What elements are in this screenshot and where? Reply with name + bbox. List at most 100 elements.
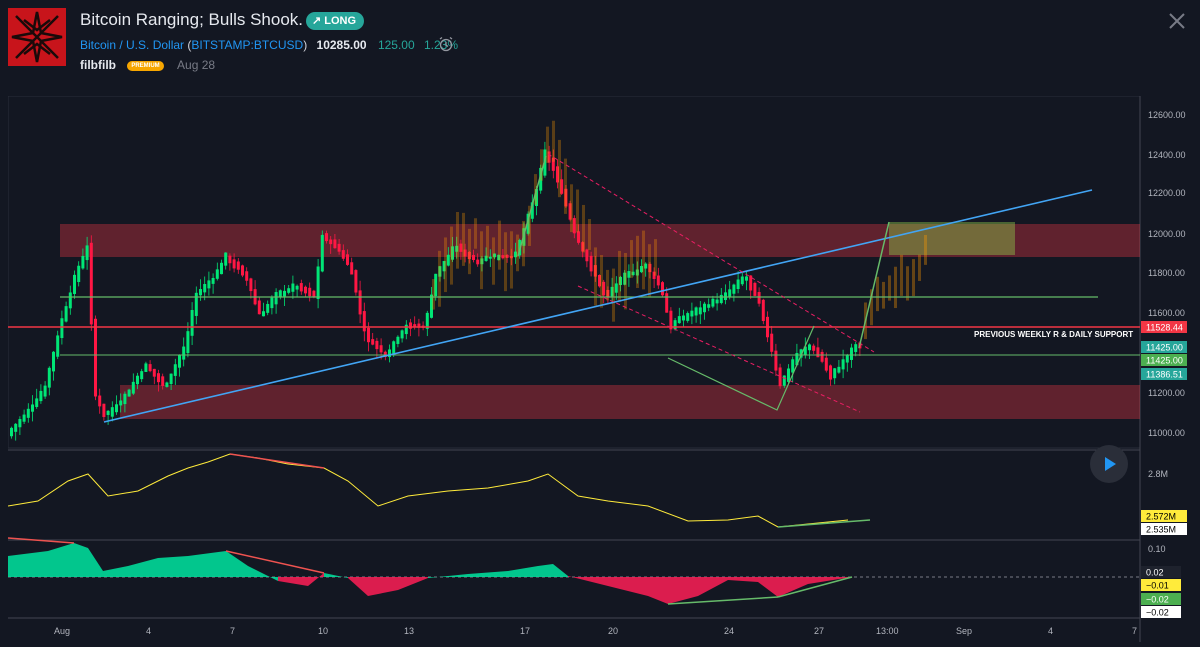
candle-body [18, 419, 22, 428]
time-tick-label: 13 [404, 626, 414, 636]
candle-body [215, 269, 219, 279]
osc-label: −0.02 [1146, 608, 1169, 618]
candle-body [845, 354, 849, 363]
close-icon[interactable] [1166, 10, 1188, 32]
candle-body [295, 285, 299, 290]
ghost-candle [444, 237, 447, 293]
candle-body [711, 298, 715, 307]
candle-body [52, 351, 55, 372]
ghost-candle [438, 250, 441, 307]
time-tick-label: 10 [318, 626, 328, 636]
candle-body [329, 239, 333, 245]
ghost-candle [462, 212, 465, 266]
volume-label: 2.535M [1146, 525, 1176, 535]
osc-segment [158, 556, 188, 577]
candle-body [782, 375, 786, 386]
play-icon [1105, 457, 1116, 471]
ghost-candle [912, 259, 915, 297]
candle-body [837, 366, 841, 373]
author-name[interactable]: filbfilb [80, 58, 116, 72]
ghost-candle [606, 269, 609, 301]
candle-body [753, 282, 757, 296]
exchange-link[interactable]: BITSTAMP:BTCUSD [191, 38, 303, 52]
osc-segment [538, 564, 553, 577]
candle-body [770, 333, 774, 352]
candle-body [572, 218, 576, 234]
ghost-candle [450, 226, 453, 285]
ghost-candle [432, 279, 435, 310]
candle-body [665, 293, 669, 313]
ghost-candle [564, 158, 567, 214]
candle-body [728, 289, 732, 297]
candle-body [808, 344, 811, 351]
candle-body [199, 289, 202, 296]
candle-body [682, 315, 685, 321]
candle-body [262, 311, 265, 317]
candle-body [577, 231, 580, 243]
time-tick-label: 7 [1132, 626, 1137, 636]
candle-body [350, 262, 354, 275]
volume-label: 2.572M [1146, 512, 1176, 522]
candle-body [85, 245, 89, 261]
ghost-candle [588, 219, 591, 250]
price-axis-labels: 11528.44 11425.00 11425.00 11386.51 [1141, 321, 1187, 380]
ghost-candle [612, 268, 615, 322]
ghost-candle [648, 244, 651, 297]
play-replay-button[interactable] [1090, 445, 1128, 483]
ghost-candle [624, 252, 627, 310]
candle-body [694, 307, 698, 316]
ghost-candle [882, 281, 885, 309]
candle-body [270, 297, 274, 309]
candle-body [257, 300, 261, 315]
time-tick-label: Sep [956, 626, 972, 636]
candle-body [346, 254, 349, 265]
ghost-candle [456, 211, 459, 269]
support-zone [120, 385, 1140, 419]
candle-body [396, 336, 400, 344]
candle-body [703, 303, 706, 313]
osc-label: −0.01 [1146, 581, 1169, 591]
candle-body [228, 255, 232, 264]
candle-body [698, 307, 702, 315]
candle-body [47, 367, 51, 388]
candle-body [232, 259, 236, 269]
price-tick-label: 11000.00 [1148, 428, 1185, 438]
candle-body [131, 381, 135, 394]
candle-body [367, 327, 370, 343]
ghost-candle [894, 266, 897, 309]
price-label: 11425.00 [1146, 343, 1183, 353]
candle-body [31, 404, 34, 412]
candle-body [820, 351, 824, 362]
candle-body [341, 250, 345, 259]
ghost-candle [900, 254, 903, 296]
candle-body [26, 408, 30, 418]
candle-body [677, 316, 681, 324]
ghost-candle [576, 189, 579, 233]
price-tick-label: 12000.00 [1148, 229, 1186, 239]
chart-area[interactable]: PREVIOUS WEEKLY R & DAILY SUPPORT 12600.… [7, 95, 1192, 642]
symbol-row: Bitcoin / U.S. Dollar (BITSTAMP:BTCUSD) … [80, 38, 459, 52]
symbol-link[interactable]: Bitcoin / U.S. Dollar [80, 38, 184, 52]
candle-body [190, 310, 194, 336]
price-label: 11386.51 [1146, 370, 1183, 380]
time-tick-label: 17 [520, 626, 530, 636]
candle-body [724, 292, 727, 301]
alarm-clock-icon[interactable] [438, 36, 454, 52]
candle-body [157, 373, 160, 383]
candle-body [812, 345, 816, 351]
candle-body [186, 331, 190, 354]
candle-body [841, 359, 845, 370]
price-axis[interactable]: 12600.00 12400.00 12200.00 12000.00 11800.00… [1148, 110, 1186, 438]
ghost-candle [552, 120, 555, 162]
candle-body [211, 277, 215, 284]
price-tick-label: 11600.00 [1148, 308, 1185, 318]
osc-tick-label: 0.10 [1148, 544, 1166, 554]
candle-body [173, 364, 177, 376]
candle-body [35, 398, 39, 407]
ghost-candle [636, 235, 639, 289]
candle-body [854, 344, 858, 352]
idea-title: Bitcoin Ranging; Bulls Shook. [80, 10, 304, 29]
candle-body [488, 256, 492, 259]
price-label: 11528.44 [1146, 323, 1183, 333]
candle-body [337, 243, 341, 252]
